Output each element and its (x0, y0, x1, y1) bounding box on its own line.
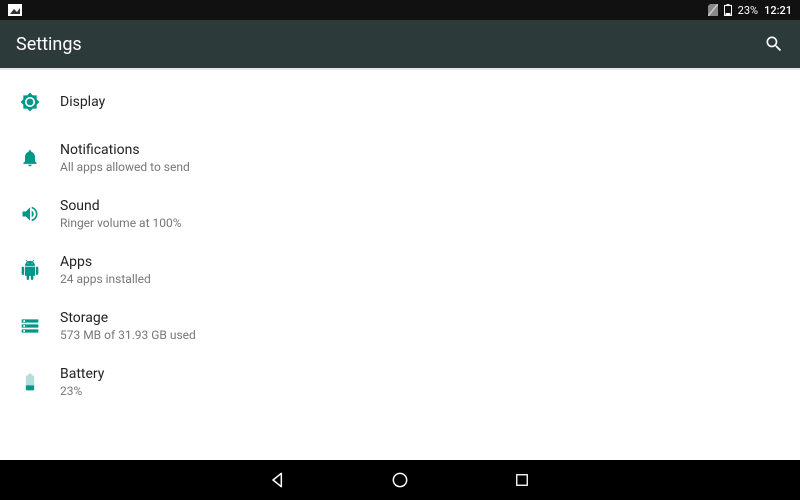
settings-list: Display Notifications All apps allowed t… (0, 70, 800, 414)
sound-icon (20, 204, 40, 224)
settings-item-battery[interactable]: Battery 23% (0, 354, 800, 410)
settings-item-notifications[interactable]: Notifications All apps allowed to send (0, 130, 800, 186)
recents-button[interactable] (511, 469, 533, 491)
settings-item-display[interactable]: Display (0, 74, 800, 130)
battery-item-icon (20, 372, 40, 392)
settings-item-sub: All apps allowed to send (60, 160, 190, 174)
home-button[interactable] (389, 469, 411, 491)
back-button[interactable] (267, 469, 289, 491)
apps-icon (20, 260, 40, 280)
settings-item-apps[interactable]: Apps 24 apps installed (0, 242, 800, 298)
settings-item-sub: 573 MB of 31.93 GB used (60, 328, 196, 342)
settings-item-sound[interactable]: Sound Ringer volume at 100% (0, 186, 800, 242)
settings-item-sub: 23% (60, 384, 104, 398)
settings-item-sub: Ringer volume at 100% (60, 216, 182, 230)
settings-item-label: Apps (60, 254, 151, 270)
image-icon (8, 4, 22, 16)
status-bar: 23% 12:21 (0, 0, 800, 20)
settings-item-storage[interactable]: Storage 573 MB of 31.93 GB used (0, 298, 800, 354)
settings-item-label: Notifications (60, 142, 190, 158)
page-title: Settings (16, 34, 82, 55)
settings-item-label: Battery (60, 366, 104, 382)
navigation-bar (0, 460, 800, 500)
display-icon (20, 92, 40, 112)
clock: 12:21 (764, 4, 792, 17)
storage-icon (20, 316, 40, 336)
app-bar: Settings (0, 20, 800, 68)
no-sim-icon (708, 4, 718, 16)
notifications-icon (20, 148, 40, 168)
settings-item-label: Sound (60, 198, 182, 214)
battery-percent: 23% (738, 4, 758, 17)
settings-item-sub: 24 apps installed (60, 272, 151, 286)
settings-item-label: Display (60, 94, 105, 110)
search-icon[interactable] (764, 34, 784, 54)
battery-icon (724, 4, 732, 16)
settings-item-label: Storage (60, 310, 196, 326)
